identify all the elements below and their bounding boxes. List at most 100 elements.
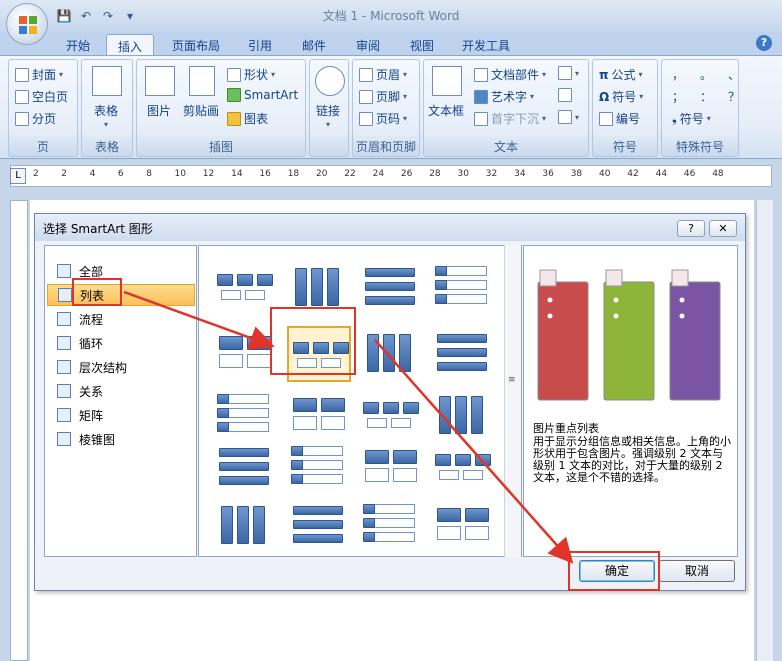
special-question[interactable]: ？ bbox=[728, 88, 740, 105]
layout-thumb[interactable] bbox=[287, 260, 351, 316]
chart-label: 图表 bbox=[244, 112, 269, 126]
tab-references[interactable]: 引用 bbox=[236, 34, 284, 56]
cover-page-button[interactable]: 封面 ▾ bbox=[15, 66, 63, 83]
special-colon[interactable]: ： bbox=[700, 88, 712, 105]
category-pyramid[interactable]: 棱锥图 bbox=[47, 428, 195, 450]
office-button[interactable] bbox=[6, 3, 48, 45]
dialog-close-button[interactable]: ✕ bbox=[709, 220, 737, 237]
layout-thumb[interactable] bbox=[359, 440, 423, 496]
help-icon[interactable]: ? bbox=[756, 35, 772, 51]
customize-qat-icon[interactable]: ▾ bbox=[120, 7, 140, 25]
object-icon[interactable]: ▾ bbox=[558, 110, 579, 124]
layout-thumb[interactable] bbox=[287, 440, 351, 496]
scroll-grip-icon: ≡ bbox=[508, 375, 516, 385]
page-break-button[interactable]: 分页 bbox=[15, 110, 56, 127]
shapes-button[interactable]: 形状 ▾ bbox=[227, 66, 275, 83]
category-list-item[interactable]: 列表 bbox=[47, 284, 195, 306]
ruler-tick-label: 32 bbox=[485, 169, 498, 179]
group-header-footer-label: 页眉和页脚 bbox=[355, 140, 416, 154]
category-relationship[interactable]: 关系 bbox=[47, 380, 195, 402]
wordart-label: 艺术字 bbox=[491, 90, 528, 104]
tab-page-layout[interactable]: 页面布局 bbox=[162, 34, 230, 56]
layout-thumb[interactable] bbox=[287, 498, 351, 554]
horizontal-ruler[interactable]: 2 2 4 6 8 10 12 14 16 18 20 22 24 26 28 30 32 34 36 38 40 42 4… bbox=[10, 165, 772, 187]
links-button[interactable]: 链接 bbox=[316, 102, 340, 119]
special-period[interactable]: 。 bbox=[700, 66, 712, 83]
layout-thumb[interactable] bbox=[359, 326, 423, 382]
category-process[interactable]: 流程 bbox=[47, 308, 195, 330]
layout-thumb[interactable] bbox=[431, 326, 495, 382]
layout-thumb[interactable] bbox=[359, 498, 423, 554]
preview-bullet bbox=[679, 297, 685, 303]
blank-page-button[interactable]: 空白页 bbox=[15, 88, 68, 105]
textbox-button[interactable]: 文本框 bbox=[428, 102, 464, 119]
layout-thumb[interactable] bbox=[213, 440, 277, 496]
layout-thumb[interactable] bbox=[431, 260, 495, 316]
layout-thumb[interactable] bbox=[213, 260, 277, 316]
vertical-scrollbar[interactable] bbox=[756, 200, 773, 661]
wordart-button[interactable]: 艺术字 ▾ bbox=[474, 88, 534, 105]
layout-thumb[interactable] bbox=[287, 388, 351, 444]
tab-home[interactable]: 开始 bbox=[55, 34, 101, 56]
category-matrix[interactable]: 矩阵 bbox=[47, 404, 195, 426]
special-symbol-label: 符号 bbox=[679, 112, 704, 126]
numbering-button[interactable]: 编号 bbox=[599, 110, 640, 127]
tab-insert[interactable]: 插入 bbox=[106, 34, 154, 56]
quickparts-button[interactable]: 文档部件 ▾ bbox=[474, 66, 546, 83]
smartart-label: SmartArt bbox=[244, 88, 299, 102]
layout-thumb[interactable] bbox=[213, 388, 277, 444]
layout-thumb[interactable] bbox=[359, 388, 423, 444]
save-icon[interactable]: 💾 bbox=[54, 7, 74, 25]
category-all[interactable]: 全部 bbox=[47, 260, 195, 282]
layout-thumb[interactable] bbox=[359, 260, 423, 316]
tab-view[interactable]: 视图 bbox=[398, 34, 446, 56]
symbol-button[interactable]: Ω 符号 ▾ bbox=[599, 88, 643, 105]
layout-thumb[interactable] bbox=[213, 498, 277, 554]
footer-button[interactable]: 页脚 ▾ bbox=[359, 88, 407, 105]
tab-developer[interactable]: 开发工具 bbox=[452, 34, 520, 56]
table-button[interactable]: 表格 bbox=[94, 102, 118, 119]
dialog-help-button[interactable]: ? bbox=[677, 220, 705, 237]
special-semicolon[interactable]: ； bbox=[672, 88, 684, 105]
category-cycle[interactable]: 循环 bbox=[47, 332, 195, 354]
special-enum-comma[interactable]: 、 bbox=[728, 66, 740, 83]
smartart-button[interactable]: SmartArt bbox=[227, 88, 298, 102]
datetime-icon[interactable] bbox=[558, 88, 572, 102]
page-number-label: 页码 bbox=[376, 112, 401, 126]
gallery-scrollbar[interactable]: ≡ bbox=[504, 245, 521, 557]
ok-button[interactable]: 确定 bbox=[579, 560, 655, 582]
undo-icon[interactable]: ↶ bbox=[76, 7, 96, 25]
dropcap-button[interactable]: 首字下沉 ▾ bbox=[474, 110, 546, 127]
preview-bullet bbox=[679, 313, 685, 319]
layout-thumb[interactable] bbox=[431, 498, 495, 554]
layout-thumb[interactable] bbox=[213, 326, 277, 382]
page-break-icon bbox=[15, 111, 29, 126]
footer-label: 页脚 bbox=[376, 90, 401, 104]
clipart-button[interactable]: 剪贴画 bbox=[183, 102, 219, 119]
tab-review[interactable]: 审阅 bbox=[344, 34, 392, 56]
page-number-button[interactable]: 页码 ▾ bbox=[359, 110, 407, 127]
header-button[interactable]: 页眉 ▾ bbox=[359, 66, 407, 83]
chart-button[interactable]: 图表 bbox=[227, 110, 268, 127]
layout-thumb-selected[interactable] bbox=[287, 326, 351, 382]
picture-button[interactable]: 图片 bbox=[147, 102, 171, 119]
ruler-tick-label: 28 bbox=[429, 169, 441, 179]
cancel-button[interactable]: 取消 bbox=[659, 560, 735, 582]
picture-icon bbox=[145, 66, 175, 96]
layout-thumb[interactable] bbox=[431, 388, 495, 444]
ribbon: 封面 ▾ 空白页 分页 页 表格 ▾ 表格 图片 剪贴画 形状 ▾ SmartArt… bbox=[0, 55, 782, 159]
special-comma[interactable]: ， bbox=[672, 66, 684, 83]
group-pages-label: 页 bbox=[36, 140, 49, 154]
layout-thumb[interactable] bbox=[431, 440, 495, 496]
signature-line-icon[interactable]: ▾ bbox=[558, 66, 579, 80]
ribbon-tabs: 开始 插入 页面布局 引用 邮件 审阅 视图 开发工具 bbox=[0, 32, 782, 56]
header-icon bbox=[359, 67, 373, 82]
tab-selector[interactable]: L bbox=[10, 168, 26, 184]
special-row-1: ， 。 、 bbox=[672, 66, 740, 83]
equation-button[interactable]: π 公式 ▾ bbox=[599, 66, 643, 83]
redo-icon[interactable]: ↷ bbox=[98, 7, 118, 25]
group-tables-label: 表格 bbox=[94, 140, 119, 154]
special-symbol-button[interactable]: ❟ 符号 ▾ bbox=[672, 110, 711, 127]
tab-mailings[interactable]: 邮件 bbox=[290, 34, 338, 56]
category-hierarchy[interactable]: 层次结构 bbox=[47, 356, 195, 378]
